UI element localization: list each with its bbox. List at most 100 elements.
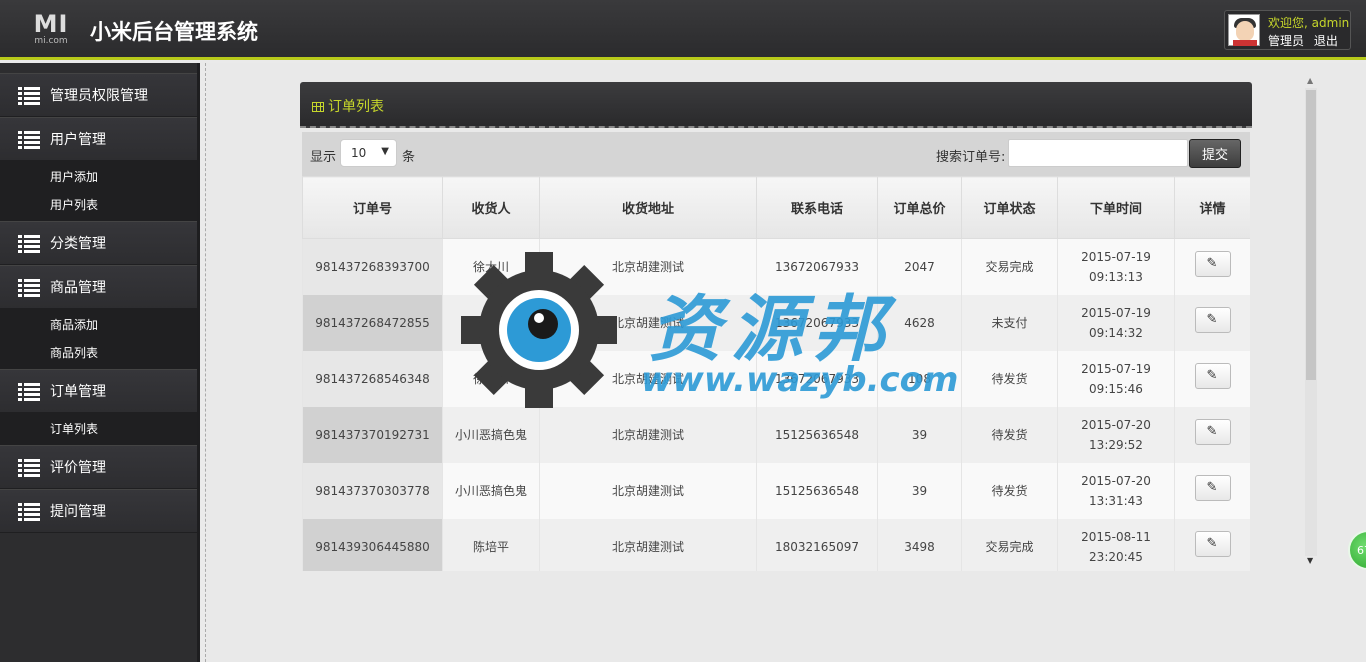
- sidebar-item-reviews[interactable]: 评价管理: [0, 445, 197, 489]
- cell-order-no: 981437268546348: [302, 350, 443, 407]
- order-search-input[interactable]: [1008, 139, 1188, 167]
- vertical-scrollbar[interactable]: ▲ ▼: [1304, 74, 1318, 568]
- sidebar-item-label: 订单管理: [50, 384, 106, 400]
- col-header-time[interactable]: 下单时间: [1057, 176, 1175, 239]
- scroll-thumb[interactable]: [1306, 90, 1316, 380]
- cell-order-no: 981439306445880: [302, 518, 443, 571]
- cell-time: 2015-07-19 09:13:13: [1057, 238, 1175, 295]
- sidebar-item-admin-permissions[interactable]: 管理员权限管理: [0, 73, 197, 117]
- cell-total: 39: [877, 462, 962, 519]
- cell-status: 交易完成: [961, 518, 1058, 571]
- logout-link[interactable]: 退出: [1314, 34, 1338, 48]
- pencil-icon: ✎: [1206, 423, 1218, 439]
- cell-total: 4628: [877, 294, 962, 351]
- orders-submenu: 订单列表: [0, 413, 197, 445]
- cell-time: 2015-07-19 09:15:46: [1057, 350, 1175, 407]
- cell-phone: 13672067933: [756, 238, 878, 295]
- show-label: 显示: [310, 150, 337, 165]
- pencil-icon: ✎: [1206, 535, 1218, 551]
- sidebar-item-categories[interactable]: 分类管理: [0, 221, 197, 265]
- col-header-phone[interactable]: 联系电话: [756, 176, 878, 239]
- app-title: 小米后台管理系统: [90, 20, 258, 44]
- unit-label: 条: [402, 150, 416, 165]
- cell-clock: 09:14:32: [1089, 325, 1143, 340]
- cell-receiver: 徐大川: [442, 350, 540, 407]
- cell-status: 未支付: [961, 294, 1058, 351]
- list-icon: [18, 86, 40, 105]
- sidebar-subitem-product-list[interactable]: 商品列表: [0, 339, 197, 367]
- cell-address: 北京胡建测试: [539, 350, 757, 407]
- edit-button[interactable]: ✎: [1194, 250, 1231, 277]
- sidebar-item-products[interactable]: 商品管理: [0, 265, 197, 309]
- sidebar-subitem-order-list[interactable]: 订单列表: [0, 415, 197, 443]
- col-header-receiver[interactable]: 收货人: [442, 176, 540, 239]
- cell-address: 北京胡建测试: [539, 294, 757, 351]
- top-header: MI mi.com 小米后台管理系统 欢迎您, admin 管理员 退出: [0, 0, 1366, 60]
- welcome-prefix: 欢迎您,: [1268, 16, 1308, 30]
- sidebar-subitem-product-add[interactable]: 商品添加: [0, 311, 197, 339]
- cell-total: 39: [877, 406, 962, 463]
- panel-header: 订单列表: [300, 82, 1252, 128]
- sidebar-subitem-user-list[interactable]: 用户列表: [0, 191, 197, 219]
- products-submenu: 商品添加 商品列表: [0, 309, 197, 369]
- list-icon: [18, 234, 40, 253]
- col-header-details: 详情: [1174, 176, 1250, 239]
- cell-address: 北京胡建测试: [539, 518, 757, 571]
- cell-order-no: 981437268393700: [302, 238, 443, 295]
- pencil-icon: ✎: [1206, 311, 1218, 327]
- scroll-down-icon[interactable]: ▼: [1307, 556, 1313, 565]
- username: admin: [1311, 16, 1350, 30]
- mi-logo[interactable]: MI mi.com: [30, 12, 72, 46]
- cell-total: 2047: [877, 238, 962, 295]
- scroll-up-icon[interactable]: ▲: [1307, 76, 1313, 85]
- col-header-status[interactable]: 订单状态: [961, 176, 1058, 239]
- list-icon: [18, 458, 40, 477]
- cell-clock: 13:31:43: [1089, 493, 1143, 508]
- cell-clock: 23:20:45: [1089, 549, 1143, 564]
- sidebar-item-label: 商品管理: [50, 280, 106, 296]
- edit-button[interactable]: ✎: [1194, 418, 1231, 445]
- orders-table-container[interactable]: 订单号 收货人 收货地址 联系电话 订单总价 订单状态 下单时间 详情 9814…: [302, 176, 1250, 571]
- cell-details: ✎: [1174, 406, 1250, 463]
- cell-details: ✎: [1174, 294, 1250, 351]
- logo-domain: mi.com: [34, 36, 68, 46]
- edit-button[interactable]: ✎: [1194, 530, 1231, 557]
- edit-button[interactable]: ✎: [1194, 306, 1231, 333]
- cell-time: 2015-07-20 13:31:43: [1057, 462, 1175, 519]
- cell-details: ✎: [1174, 462, 1250, 519]
- page-size-value: 10: [351, 146, 367, 160]
- cell-clock: 13:29:52: [1089, 437, 1143, 452]
- sidebar-item-users[interactable]: 用户管理: [0, 117, 197, 161]
- table-row: 981437370303778 小川恶搞色鬼 北京胡建测试 1512563654…: [302, 462, 1250, 519]
- col-header-order-no[interactable]: 订单号: [302, 176, 443, 239]
- sidebar-item-questions[interactable]: 提问管理: [0, 489, 197, 533]
- submit-button[interactable]: 提交: [1189, 139, 1241, 168]
- sidebar-item-label: 评价管理: [50, 460, 106, 476]
- role-link[interactable]: 管理员: [1268, 34, 1304, 48]
- panel-title: 订单列表: [328, 99, 384, 115]
- cell-phone: 13672067933: [756, 294, 878, 351]
- cell-date: 2015-07-20: [1081, 417, 1151, 432]
- search-label: 搜索订单号:: [936, 150, 1006, 165]
- table-row: 981439306445880 陈培平 北京胡建测试 18032165097 3…: [302, 518, 1250, 571]
- cell-time: 2015-07-20 13:29:52: [1057, 406, 1175, 463]
- cell-date: 2015-07-19: [1081, 249, 1151, 264]
- main-content: 订单列表 显示 10 ▼ 条 搜索订单号: 提交 订单号 收货人 收货地址 联系…: [205, 63, 1366, 662]
- col-header-total[interactable]: 订单总价: [877, 176, 962, 239]
- cell-time: 2015-07-19 09:14:32: [1057, 294, 1175, 351]
- page-size-select[interactable]: 10 ▼: [340, 139, 397, 167]
- cell-phone: 15125636548: [756, 406, 878, 463]
- cell-total: 108: [877, 350, 962, 407]
- caret-down-icon: ▼: [381, 146, 389, 157]
- cell-receiver: 徐大川: [442, 294, 540, 351]
- edit-button[interactable]: ✎: [1194, 362, 1231, 389]
- pencil-icon: ✎: [1206, 255, 1218, 271]
- cell-phone: 18032165097: [756, 518, 878, 571]
- orders-table: 订单号 收货人 收货地址 联系电话 订单总价 订单状态 下单时间 详情 9814…: [302, 176, 1250, 571]
- edit-button[interactable]: ✎: [1194, 474, 1231, 501]
- sidebar-subitem-user-add[interactable]: 用户添加: [0, 163, 197, 191]
- cell-order-no: 981437370192731: [302, 406, 443, 463]
- col-header-address[interactable]: 收货地址: [539, 176, 757, 239]
- list-icon: [18, 382, 40, 401]
- sidebar-item-orders[interactable]: 订单管理: [0, 369, 197, 413]
